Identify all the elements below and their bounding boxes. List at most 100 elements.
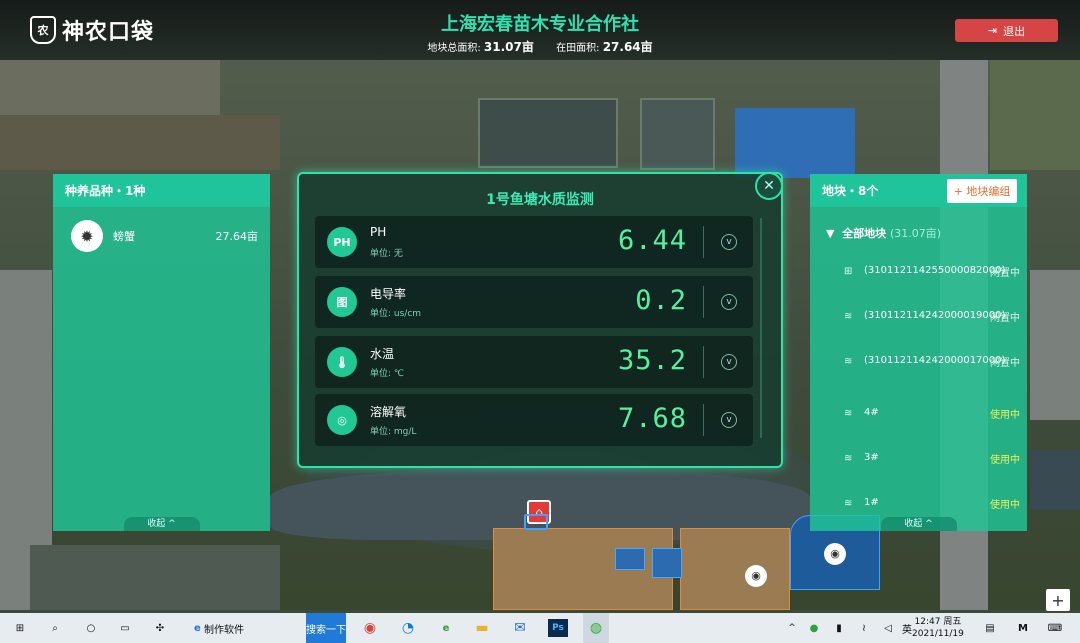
expand-chevron-icon[interactable]: v [721,412,737,428]
plot-name: 4# [864,407,879,418]
all-plots-toggle[interactable]: ▼ 全部地块 (31.07亩) [826,225,941,241]
pond-icon: ≋ [844,453,853,464]
plots-panel: 地块・8个 + 地块编组 ▼ 全部地块 (31.07亩) ⊞ (31011211… [810,174,1027,531]
pond-icon: ≋ [844,356,853,367]
close-icon: ✕ [763,178,775,194]
plot-name: 3# [864,452,879,463]
pond-icon: ≋ [844,311,853,322]
plot-name: (310112114255000082000) [864,265,1006,276]
metric-unit: 单位: us/cm [370,309,422,319]
plot-status: 使用中 [990,500,1020,511]
volume-icon[interactable]: ◁ [880,613,896,643]
zoom-in-button[interactable]: + [1046,589,1070,611]
collapse-button[interactable]: 收起 ^ [123,517,200,531]
metric-row-dissolved-oxygen: ◎ 溶解氧 单位: mg/L 7.68 v [315,394,753,446]
field-area-label: 在田面积: [556,43,600,54]
expand-chevron-icon[interactable]: v [721,294,737,310]
species-panel-title: 种养品种・1种 [53,174,270,207]
species-area: 27.64亩 [215,230,259,243]
crab-map-icon[interactable]: ◉ [745,565,767,587]
ie-browser-task[interactable]: e 制作软件 [184,613,254,643]
wifi-icon[interactable]: ≀ [856,613,872,643]
search-button[interactable]: 搜索一下 [306,613,346,643]
fan-app-icon[interactable]: ✣ [148,613,172,643]
plot-item[interactable]: ≋ 3# 使用中 [844,451,1020,467]
plot-status: 闲置中 [990,268,1020,279]
plot-name: (310112114242000017000) [864,355,1006,366]
metric-label: 溶解氧 [370,405,407,419]
conductivity-icon: 图 [327,287,357,317]
plot-item[interactable]: ≋ 1# 使用中 [844,496,1020,512]
chrome-icon[interactable]: ◉ [360,613,380,643]
folder-icon[interactable]: ▬ [472,613,492,643]
logout-label: 退出 [1003,24,1026,38]
plot-name: 1# [864,497,879,508]
collapse-button[interactable]: 收起 ^ [880,517,957,531]
chevron-up-icon[interactable]: ^ [786,613,798,643]
species-panel: 种养品种・1种 ✹ 螃蟹 27.64亩 收起 ^ [53,174,270,531]
metric-row-water-temp: 🌡 水温 单位: ℃ 35.2 v [315,336,753,388]
battery-icon[interactable]: ▮ [832,613,846,643]
expand-chevron-icon[interactable]: v [721,234,737,250]
notification-icon[interactable]: ▤ [982,613,998,643]
water-quality-panel: 1号鱼塘水质监测 ✕ PH PH 单位: 无 6.44 v 图 电导率 单位: … [297,172,783,468]
expand-chevron-icon[interactable]: v [721,354,737,370]
tray-logo-icon[interactable]: M [1012,613,1034,643]
clock-time: 12:47 周五 [914,617,962,627]
metric-value: 0.2 [635,285,687,316]
thermometer-icon: 🌡 [327,347,357,377]
logout-icon: ⇥ [987,24,998,37]
plot-group-label: 地块编组 [966,185,1011,198]
field-area-value: 27.64亩 [602,40,653,54]
metric-row-ph: PH PH 单位: 无 6.44 v [315,216,753,268]
plot-name: (310112114242000019000) [864,310,1006,321]
top-bar: 农 神农口袋 上海宏春苗木专业合作社 地块总面积: 31.07亩 在田面积: 2… [0,0,1080,60]
ie-green-icon[interactable]: e [436,613,456,643]
pond-icon: ≋ [844,498,853,509]
photoshop-icon[interactable]: Ps [548,619,568,637]
monitor-marker-icon[interactable] [524,514,548,530]
page-title: 上海宏春苗木专业合作社 [441,14,639,35]
plot-group-button[interactable]: + 地块编组 [947,179,1017,203]
plot-item[interactable]: ≋ 4# 使用中 [844,406,1020,422]
logout-button[interactable]: ⇥ 退出 [955,19,1058,42]
system-clock[interactable]: 12:47 周五 2021/11/19 [912,616,964,640]
edge-icon[interactable]: ◔ [398,613,418,643]
species-name: 螃蟹 [113,230,135,243]
plot-item[interactable]: ≋ (310112114242000019000) 闲置中 [844,309,1020,339]
metric-row-conductivity: 图 电导率 单位: us/cm 0.2 v [315,276,753,328]
crab-map-icon[interactable]: ◉ [824,543,846,565]
monitor-title: 1号鱼塘水质监测 [486,192,594,208]
mail-icon[interactable]: ✉ [509,613,531,643]
plot-status: 闲置中 [990,358,1020,369]
clock-date: 2021/11/19 [912,629,964,639]
windows-taskbar: ⊞ ⌕ ○ ▭ ✣ e 制作软件 搜索一下 ◉ ◔ e ▬ ✉ Ps ◍ ^ ●… [0,613,1080,643]
keyboard-icon[interactable]: ⌨ [1046,613,1064,643]
metric-unit: 单位: 无 [370,249,403,259]
plot-icon: ⊞ [844,266,853,277]
wechat-icon[interactable]: ◍ [583,613,609,643]
divider [703,404,704,436]
oxygen-icon: ◎ [327,405,357,435]
ie-icon: e [194,622,201,634]
pond-icon: ≋ [844,408,853,419]
plot-item[interactable]: ⊞ (310112114255000082000) 闲置中 [844,264,1020,294]
windows-start-icon[interactable]: ⊞ [8,613,32,643]
collapse-label: 收起 [904,519,923,529]
task-view-icon[interactable]: ▭ [114,613,136,643]
cortana-icon[interactable]: ○ [80,613,102,643]
plot-item[interactable]: ≋ (310112114242000017000) 闲置中 [844,354,1020,384]
close-button[interactable]: ✕ [755,172,783,200]
metric-value: 35.2 [617,345,687,376]
divider [703,226,704,258]
all-plots-label: 全部地块 [842,227,887,240]
scrollbar[interactable] [760,218,762,438]
area-summary: 地块总面积: 31.07亩 在田面积: 27.64亩 [0,38,1080,55]
plus-icon: + [953,184,963,198]
metric-label: 电导率 [370,287,407,301]
divider [703,346,704,378]
tray-app-icon[interactable]: ● [806,613,822,643]
app-task-label: 制作软件 [203,624,244,636]
search-icon[interactable]: ⌕ [44,613,66,643]
species-item[interactable]: ✹ 螃蟹 27.64亩 [53,218,270,254]
